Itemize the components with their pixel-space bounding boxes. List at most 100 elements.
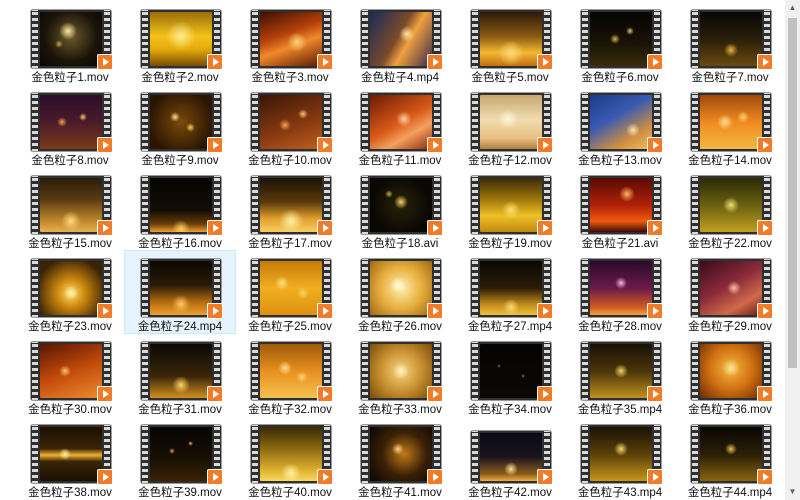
glow-spot <box>716 114 733 130</box>
file-item[interactable]: 金色粒子43.mp4 <box>565 417 675 499</box>
thumbnail-frame <box>150 344 212 398</box>
file-item[interactable]: 金色粒子44.mp4 <box>675 417 785 499</box>
file-item[interactable]: 金色粒子13.mov <box>565 85 675 167</box>
film-perforations <box>362 259 368 317</box>
file-name: 金色粒子13.mov <box>578 155 662 167</box>
thumbnail-frame <box>150 261 212 315</box>
file-item[interactable]: 金色粒子36.mov <box>675 334 785 416</box>
file-item[interactable]: 金色粒子35.mp4 <box>565 334 675 416</box>
play-badge-icon <box>537 220 553 236</box>
glow-spot <box>609 34 620 44</box>
film-perforations <box>692 425 698 483</box>
file-name: 金色粒子12.mov <box>468 155 552 167</box>
chevron-up-icon[interactable]: ▲ <box>785 0 800 16</box>
file-item[interactable]: 金色粒子18.avi <box>345 168 455 250</box>
thumbnail-frame <box>40 12 102 66</box>
file-item[interactable]: 金色粒子8.mov <box>15 85 125 167</box>
file-item[interactable]: 金色粒子33.mov <box>345 334 455 416</box>
file-item[interactable]: 金色粒子14.mov <box>675 85 785 167</box>
file-item[interactable]: 金色粒子15.mov <box>15 168 125 250</box>
file-item[interactable]: 金色粒子7.mov <box>675 2 785 84</box>
file-item[interactable]: 金色粒子40.mov <box>235 417 345 499</box>
glow-spot <box>496 363 501 368</box>
file-item[interactable]: 金色粒子1.mov <box>15 2 125 84</box>
thumbnail-frame <box>370 95 432 149</box>
play-badge-icon <box>97 137 113 153</box>
glow-spot <box>725 442 737 455</box>
file-item[interactable]: 金色粒子9.mov <box>125 85 235 167</box>
file-item[interactable]: 金色粒子38.mov <box>15 417 125 499</box>
thumbnail-frame <box>260 427 322 481</box>
play-badge-icon <box>537 303 553 319</box>
file-item[interactable]: 金色粒子29.mov <box>675 251 785 333</box>
play-badge-icon <box>97 303 113 319</box>
file-item[interactable]: 金色粒子22.mov <box>675 168 785 250</box>
glow-spot <box>61 211 81 232</box>
file-item[interactable]: 金色粒子25.mov <box>235 251 345 333</box>
file-name: 金色粒子3.mov <box>251 72 329 84</box>
file-item[interactable]: 金色粒子10.mov <box>235 85 345 167</box>
thumbnail-frame <box>150 427 212 481</box>
glow-spot <box>737 110 750 123</box>
file-item[interactable]: 金色粒子41.mov <box>345 417 455 499</box>
film-perforations <box>472 431 478 483</box>
file-item[interactable]: 金色粒子23.mov <box>15 251 125 333</box>
film-perforations <box>692 10 698 68</box>
play-badge-icon <box>647 303 663 319</box>
file-item[interactable]: 金色粒子16.mov <box>125 168 235 250</box>
file-item[interactable]: 金色粒子30.mov <box>15 334 125 416</box>
file-item[interactable]: 金色粒子28.mov <box>565 251 675 333</box>
chevron-down-icon[interactable]: ▼ <box>785 484 800 500</box>
film-perforations <box>142 425 148 483</box>
thumbnail-frame <box>700 95 762 149</box>
thumbnail-frame <box>480 178 542 232</box>
file-name: 金色粒子8.mov <box>31 155 109 167</box>
file-item[interactable]: 金色粒子4.mp4 <box>345 2 455 84</box>
film-perforations <box>362 425 368 483</box>
file-item[interactable]: 金色粒子27.mp4 <box>455 251 565 333</box>
vertical-scrollbar[interactable]: ▲ ▼ <box>785 0 800 500</box>
film-perforations <box>472 176 478 234</box>
file-item[interactable]: 金色粒子17.mov <box>235 168 345 250</box>
file-item[interactable]: 金色粒子3.mov <box>235 2 345 84</box>
file-item[interactable]: 金色粒子19.mov <box>455 168 565 250</box>
glow-spot <box>614 364 628 378</box>
thumbnail-frame <box>370 261 432 315</box>
file-item[interactable]: 金色粒子42.mov <box>455 417 565 499</box>
file-item[interactable]: 金色粒子34.mov <box>455 334 565 416</box>
scrollbar-thumb[interactable] <box>788 18 797 368</box>
file-item[interactable]: 金色粒子31.mov <box>125 334 235 416</box>
film-perforations <box>32 425 38 483</box>
glow-spot <box>172 375 190 394</box>
file-name: 金色粒子29.mov <box>688 321 772 333</box>
play-badge-icon <box>207 54 223 70</box>
file-item[interactable]: 金色粒子12.mov <box>455 85 565 167</box>
file-name: 金色粒子9.mov <box>141 155 219 167</box>
film-perforations <box>582 425 588 483</box>
glow-spot <box>498 39 524 66</box>
file-item[interactable]: 金色粒子2.mov <box>125 2 235 84</box>
glow-spot <box>169 111 180 122</box>
film-perforations <box>142 259 148 317</box>
glow-spot <box>277 361 292 376</box>
glow-spot <box>619 186 636 203</box>
play-badge-icon <box>207 303 223 319</box>
file-item[interactable]: 金色粒子32.mov <box>235 334 345 416</box>
file-item[interactable]: 金色粒子24.mp4 <box>124 250 236 334</box>
file-item[interactable]: 金色粒子21.avi <box>565 168 675 250</box>
file-item[interactable]: 金色粒子26.mov <box>345 251 455 333</box>
file-name: 金色粒子1.mov <box>31 72 109 84</box>
file-name: 金色粒子4.mp4 <box>361 72 439 84</box>
file-item[interactable]: 金色粒子11.mov <box>345 85 455 167</box>
film-perforations <box>692 259 698 317</box>
file-item[interactable]: 金色粒子6.mov <box>565 2 675 84</box>
file-item[interactable]: 金色粒子5.mov <box>455 2 565 84</box>
file-item[interactable]: 金色粒子39.mov <box>125 417 235 499</box>
thumbnail-frame <box>40 344 102 398</box>
glow-spot <box>279 209 303 232</box>
play-badge-icon <box>647 220 663 236</box>
play-badge-icon <box>427 469 443 485</box>
file-name: 金色粒子30.mov <box>28 404 112 416</box>
film-perforations <box>692 342 698 400</box>
play-badge-icon <box>207 220 223 236</box>
